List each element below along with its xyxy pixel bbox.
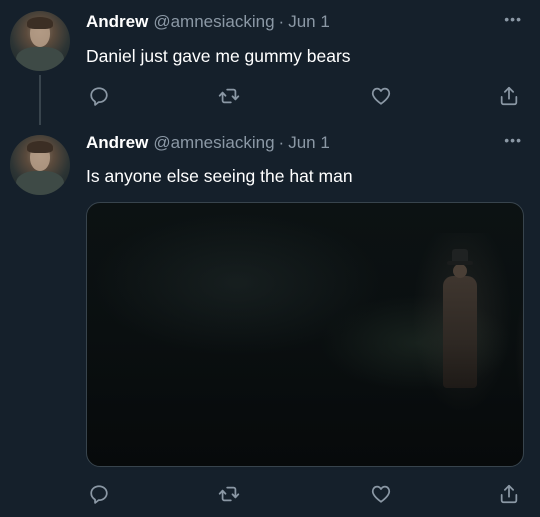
avatar-shoulders — [16, 171, 64, 195]
avatar-hair — [27, 17, 53, 29]
hat-man-figure — [412, 233, 512, 413]
thread-line — [39, 75, 41, 125]
tweet-actions — [86, 481, 526, 507]
tweet-header: Andrew @amnesiacking · Jun 1 — [86, 12, 330, 32]
tweet-date[interactable]: Jun 1 — [288, 133, 330, 153]
tweet-actions — [86, 83, 526, 109]
more-options-icon[interactable]: ••• — [504, 12, 522, 26]
avatar[interactable] — [10, 11, 70, 71]
like-icon — [371, 485, 391, 503]
reply-icon — [90, 87, 108, 106]
separator-dot: · — [278, 12, 285, 31]
tweet-text: Daniel just gave me gummy bears — [86, 46, 351, 66]
retweet-icon — [218, 486, 240, 502]
share-icon — [500, 86, 518, 106]
display-name[interactable]: Andrew — [86, 133, 148, 153]
more-options-icon[interactable]: ••• — [504, 133, 522, 147]
tweet-header: Andrew @amnesiacking · Jun 1 — [86, 133, 330, 153]
timeline: Andrew @amnesiacking · Jun 1 ••• Daniel … — [0, 0, 540, 517]
display-name[interactable]: Andrew — [86, 12, 148, 32]
reply-icon — [90, 485, 108, 504]
retweet-button[interactable] — [216, 481, 242, 507]
separator-dot: · — [278, 133, 285, 152]
avatar-shoulders — [16, 47, 64, 71]
user-handle[interactable]: @amnesiacking — [153, 12, 274, 32]
like-button[interactable] — [368, 481, 394, 507]
tweet-media-image[interactable] — [86, 202, 524, 467]
avatar-hair — [27, 141, 53, 153]
user-handle[interactable]: @amnesiacking — [153, 133, 274, 153]
tweet[interactable]: Andrew @amnesiacking · Jun 1 ••• Daniel … — [0, 0, 540, 125]
share-icon — [500, 484, 518, 504]
reply-button[interactable] — [86, 481, 112, 507]
tweet-date[interactable]: Jun 1 — [288, 12, 330, 32]
like-button[interactable] — [368, 83, 394, 109]
avatar[interactable] — [10, 135, 70, 195]
reply-button[interactable] — [86, 83, 112, 109]
share-button[interactable] — [496, 83, 522, 109]
tweet-text: Is anyone else seeing the hat man — [86, 166, 353, 186]
like-icon — [371, 87, 391, 105]
retweet-button[interactable] — [216, 83, 242, 109]
figure-coat — [443, 276, 477, 388]
figure-hat-brim — [447, 261, 473, 265]
retweet-icon — [218, 88, 240, 104]
share-button[interactable] — [496, 481, 522, 507]
figure-head — [453, 264, 467, 278]
tweet[interactable]: Andrew @amnesiacking · Jun 1 ••• Is anyo… — [0, 125, 540, 517]
